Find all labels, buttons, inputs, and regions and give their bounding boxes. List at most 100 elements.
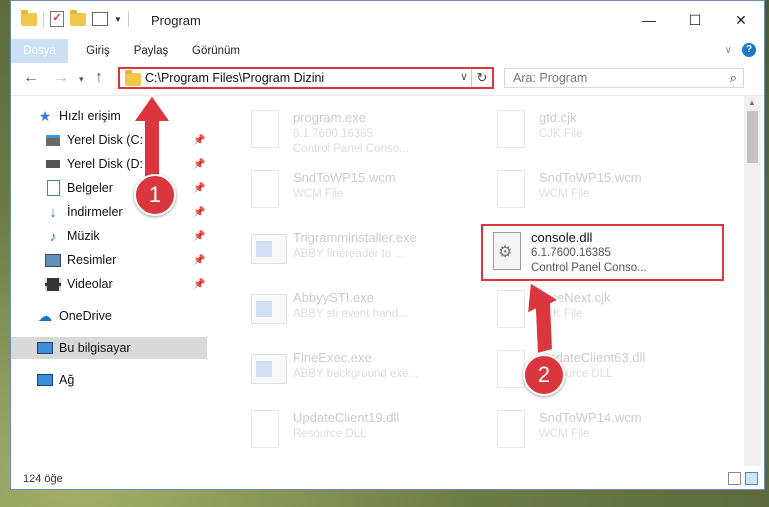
address-dropdown-icon[interactable]: ∨ — [460, 70, 468, 83]
file-detail: WCM File — [293, 188, 344, 200]
app-icon — [251, 230, 287, 270]
quick-access-toolbar: ✓ ▼ — [21, 9, 129, 27]
sidebar-item-pictures[interactable]: Resimler 📌 — [11, 249, 207, 271]
file-item[interactable]: Trigramminstaller.exe ABBY finereader to… — [239, 224, 469, 280]
sidebar-item-videos[interactable]: Videolar 📌 — [11, 273, 207, 295]
up-arrow-icon[interactable]: ↑ — [95, 69, 103, 87]
file-name: FineNext.cjk — [539, 290, 611, 305]
recent-locations-icon[interactable]: ▾ — [79, 74, 84, 85]
sidebar-item-music[interactable]: ♪ Müzik 📌 — [11, 225, 207, 247]
sidebar-item-documents[interactable]: Belgeler 📌 — [11, 177, 207, 199]
file-item[interactable]: UpdateClient19.dll Resource DLL — [239, 404, 469, 460]
pin-icon[interactable]: 📌 — [193, 255, 205, 266]
expand-ribbon-icon[interactable]: ∨ — [725, 45, 732, 56]
file-detail: WCM File — [539, 188, 590, 200]
file-item[interactable]: SndToWP15.wcm WCM File — [485, 164, 715, 220]
app-icon — [251, 290, 287, 330]
file-list: program.exe 6.1.7600.16385 Control Panel… — [209, 96, 744, 466]
file-item[interactable]: FineExec.exe ABBY background exe... — [239, 344, 469, 400]
address-path[interactable]: C:\Program Files\Program Dizini — [145, 71, 324, 85]
properties-icon[interactable] — [92, 12, 108, 26]
sidebar-item-label: Resimler — [67, 253, 117, 267]
document-icon — [497, 110, 529, 150]
file-item[interactable]: SndToWP14.wcm WCM File — [485, 404, 715, 460]
highlighted-file-console-dll[interactable]: ⚙ console.dll 6.1.7600.16385 Control Pan… — [481, 224, 724, 281]
file-item[interactable]: program.exe 6.1.7600.16385 Control Panel… — [239, 104, 469, 160]
file-detail: ABBY finereader to ... — [293, 248, 405, 260]
title-bar: ✓ ▼ Program — ☐ ✕ — [11, 1, 764, 39]
close-button[interactable]: ✕ — [718, 1, 764, 39]
videos-icon — [45, 277, 61, 291]
document-icon — [497, 410, 529, 450]
sidebar-item-label: Ağ — [59, 373, 75, 387]
pin-icon[interactable]: 📌 — [193, 231, 205, 242]
tiles-view-icon[interactable] — [745, 472, 758, 485]
download-icon: ↓ — [49, 203, 57, 221]
scroll-thumb[interactable] — [747, 111, 758, 163]
network-icon — [37, 373, 53, 387]
pin-icon[interactable]: 📌 — [193, 183, 205, 194]
properties-check-icon[interactable]: ✓ — [50, 11, 64, 27]
sidebar-item-this-pc[interactable]: Bu bilgisayar — [11, 337, 207, 359]
folder-icon — [21, 9, 37, 26]
file-item[interactable]: FineNext.cjk CJK File — [485, 284, 715, 340]
back-arrow-icon[interactable]: ← — [23, 69, 39, 87]
pin-icon[interactable]: 📌 — [193, 135, 205, 146]
refresh-icon[interactable]: ↻ — [471, 69, 492, 87]
explorer-window: ✓ ▼ Program — ☐ ✕ Dosya Giriş Paylaş Gör… — [10, 0, 765, 490]
view-toggle — [728, 472, 758, 485]
app-icon — [251, 350, 287, 390]
file-item[interactable]: gtd.cjk CJK File — [485, 104, 715, 160]
toolbar-divider — [43, 11, 44, 27]
file-name: FineExec.exe — [293, 350, 372, 365]
file-name: program.exe — [293, 110, 366, 125]
sidebar-item-label: Yerel Disk (C:) — [67, 133, 148, 147]
exe-icon — [251, 110, 283, 150]
pictures-icon — [45, 253, 61, 267]
sidebar-item-downloads[interactable]: ↓ İndirmeler 📌 — [11, 201, 207, 223]
maximize-button[interactable]: ☐ — [672, 1, 718, 39]
new-folder-icon[interactable] — [70, 9, 86, 26]
sidebar-item-label: Bu bilgisayar — [59, 341, 131, 355]
window-title: Program — [151, 13, 201, 28]
customize-toolbar-icon[interactable]: ▼ — [114, 15, 122, 24]
tab-view[interactable]: Görünüm — [183, 39, 249, 63]
details-view-icon[interactable] — [728, 472, 741, 485]
sidebar-item-network[interactable]: Ağ — [11, 369, 207, 391]
tab-share[interactable]: Paylaş — [123, 39, 179, 63]
drive-icon — [45, 133, 61, 147]
music-icon: ♪ — [49, 228, 57, 244]
minimize-button[interactable]: — — [626, 1, 672, 39]
help-icon[interactable]: ? — [742, 43, 756, 57]
sidebar-item-label: Yerel Disk (D:) — [67, 157, 148, 171]
sidebar-item-label: Belgeler — [67, 181, 113, 195]
file-name: console.dll — [531, 230, 593, 245]
sidebar-item-label: Videolar — [67, 277, 113, 291]
file-item[interactable]: SndToWP15.wcm WCM File — [239, 164, 469, 220]
item-count: 124 öğe — [23, 473, 63, 485]
step1-badge: 1 — [134, 174, 176, 216]
file-name: AbbyySTI.exe — [293, 290, 374, 305]
sidebar-item-disk-c[interactable]: Yerel Disk (C:) 📌 — [11, 129, 207, 151]
forward-arrow-icon[interactable]: → — [53, 69, 69, 87]
file-item[interactable]: AbbyySTI.exe ABBY sti event hand... — [239, 284, 469, 340]
scroll-up-icon[interactable]: ▲ — [748, 98, 756, 107]
search-input[interactable]: Ara: Program — [513, 71, 587, 85]
sidebar-item-disk-d[interactable]: Yerel Disk (D:) 📌 — [11, 153, 207, 175]
file-item[interactable]: UpdateClient63.dll Resource DLL — [485, 344, 715, 400]
navigation-bar: ← → ▾ ↑ C:\Program Files\Program Dizini … — [11, 63, 764, 96]
navigation-pane: ★ Hızlı erişim Yerel Disk (C:) 📌 Yerel D… — [11, 96, 207, 466]
sidebar-item-onedrive[interactable]: ☁ OneDrive — [11, 305, 207, 327]
pin-icon[interactable]: 📌 — [193, 159, 205, 170]
search-icon[interactable]: ⌕ — [730, 70, 737, 86]
star-icon: ★ — [38, 107, 52, 124]
vertical-scrollbar[interactable]: ▲ — [744, 96, 761, 466]
search-box[interactable]: Ara: Program ⌕ — [504, 68, 744, 88]
tab-home[interactable]: Giriş — [73, 39, 123, 63]
sidebar-item-quick-access[interactable]: ★ Hızlı erişim — [11, 105, 207, 127]
address-bar[interactable]: C:\Program Files\Program Dizini ∨ ↻ — [118, 67, 494, 89]
pin-icon[interactable]: 📌 — [193, 207, 205, 218]
step2-badge: 2 — [523, 354, 565, 396]
onedrive-icon: ☁ — [38, 307, 52, 324]
pin-icon[interactable]: 📌 — [193, 279, 205, 290]
